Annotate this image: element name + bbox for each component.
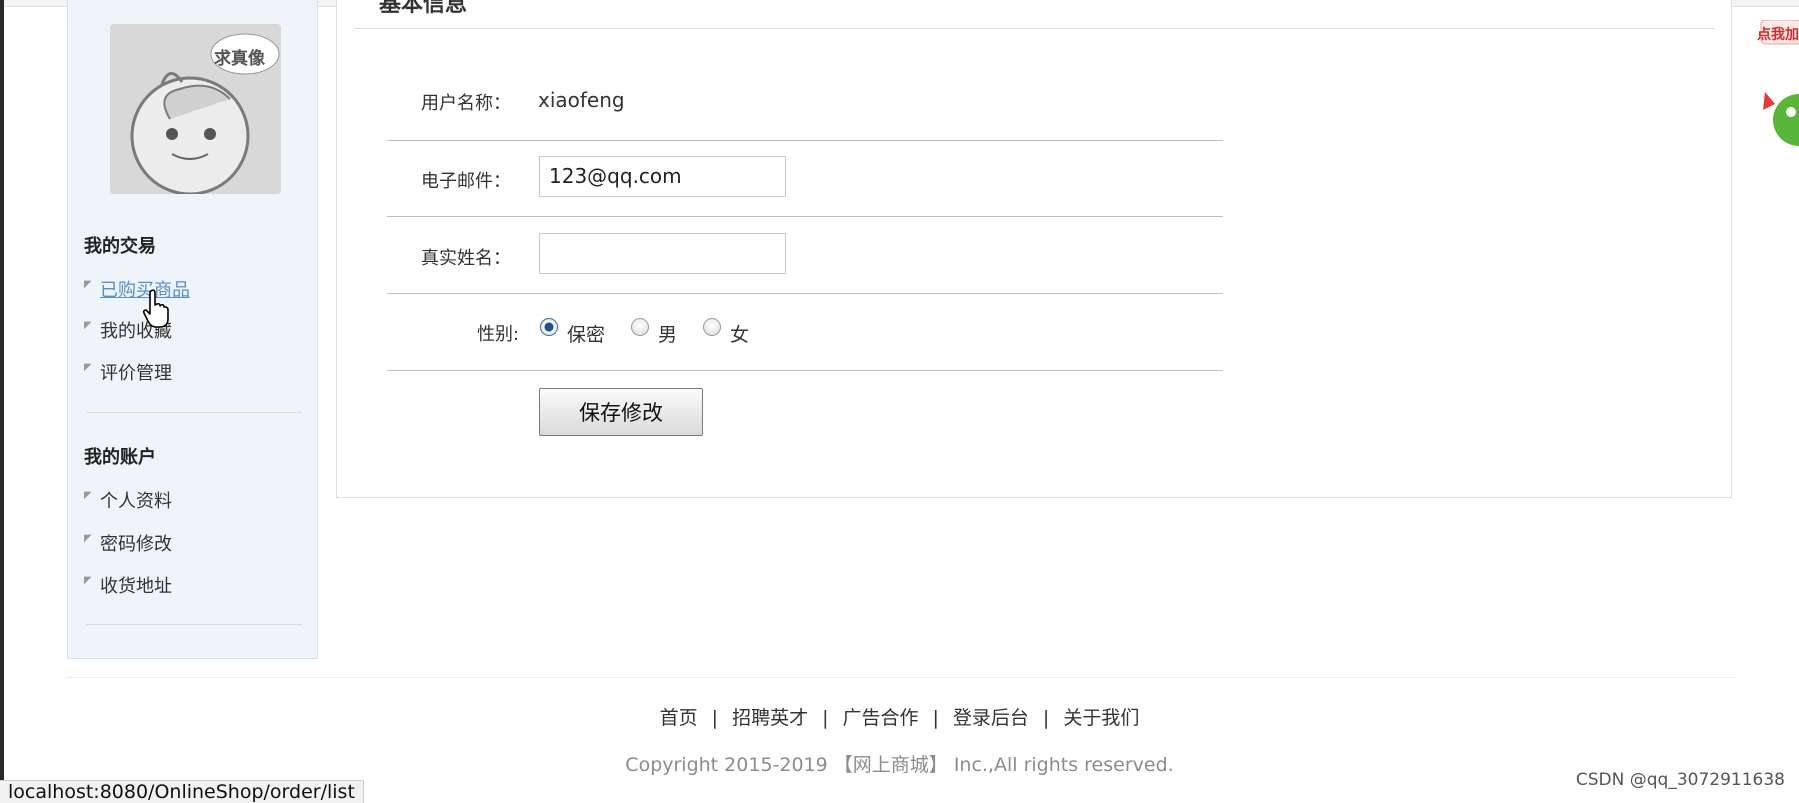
footer-separator: | <box>822 707 829 729</box>
section-title-account: 我的账户 <box>84 447 156 468</box>
gender-radio-female[interactable] <box>703 318 721 336</box>
hand-cursor-icon <box>142 289 169 328</box>
row-divider <box>387 216 1223 217</box>
gender-option-label[interactable]: 女 <box>730 320 749 347</box>
username-value: xiaofeng <box>538 88 625 112</box>
section-title-trades: 我的交易 <box>84 236 156 257</box>
bullet-icon: ◤ <box>84 575 92 586</box>
username-label: 用户名称： <box>421 93 511 114</box>
sidebar-divider <box>86 412 302 413</box>
sidebar: 求真像 我的交易 ◤ 已购买商品 ◤ 我的收藏 ◤ 评价管理 我的账户 ◤ 个人… <box>67 0 318 659</box>
sidebar-item-profile[interactable]: ◤ 个人资料 <box>84 487 172 513</box>
gender-radio-secret[interactable] <box>540 318 558 336</box>
footer-separator: | <box>932 707 939 729</box>
sidebar-item-label: 评价管理 <box>100 363 172 384</box>
footer-separator: | <box>711 707 719 729</box>
gender-option-label[interactable]: 保密 <box>567 320 605 347</box>
footer-link-ads[interactable]: 广告合作 <box>842 707 918 729</box>
bullet-icon: ◤ <box>84 490 92 501</box>
sidebar-item-label: 收货地址 <box>100 576 172 597</box>
sidebar-divider <box>86 624 302 625</box>
email-field[interactable]: 123@qq.com <box>539 156 786 197</box>
email-label: 电子邮件： <box>421 171 511 192</box>
row-divider <box>387 293 1223 294</box>
status-bar-url: localhost:8080/OnlineShop/order/list <box>0 780 364 803</box>
row-divider <box>387 140 1223 141</box>
profile-panel: 基本信息 用户名称： xiaofeng 电子邮件： 123@qq.com 真实姓… <box>336 0 1732 498</box>
sidebar-item-reviews[interactable]: ◤ 评价管理 <box>84 359 172 385</box>
gender-radio-male[interactable] <box>631 318 649 336</box>
footer-link-about[interactable]: 关于我们 <box>1063 707 1139 729</box>
panel-title-divider <box>355 28 1715 29</box>
footer-link-admin[interactable]: 登录后台 <box>953 707 1029 729</box>
gender-option-label[interactable]: 男 <box>658 320 677 347</box>
panel-title: 基本信息 <box>379 0 468 17</box>
footer-links: 首页 | 招聘英才 | 广告合作 | 登录后台 | 关于我们 <box>0 703 1799 730</box>
footer-divider <box>67 677 1737 678</box>
realname-field[interactable] <box>539 233 786 274</box>
sidebar-item-purchased[interactable]: ◤ 已购买商品 <box>84 276 190 302</box>
footer-separator: | <box>1042 707 1050 729</box>
sidebar-item-label: 密码修改 <box>100 534 172 555</box>
watermark-text: CSDN @qq_3072911638 <box>1575 770 1785 790</box>
footer-link-home[interactable]: 首页 <box>660 707 698 729</box>
gender-label: 性别: <box>477 324 520 345</box>
bullet-icon: ◤ <box>84 320 92 331</box>
copyright-text: Copyright 2015-2019 【网上商城】 Inc.,All righ… <box>625 754 1174 776</box>
row-divider <box>387 370 1223 371</box>
avatar-badge: 求真像 <box>214 49 265 69</box>
footer-link-careers[interactable]: 招聘英才 <box>732 707 808 729</box>
sidebar-item-password[interactable]: ◤ 密码修改 <box>84 530 172 556</box>
realname-label: 真实姓名： <box>421 248 511 269</box>
bullet-icon: ◤ <box>84 533 92 544</box>
bullet-icon: ◤ <box>84 362 92 373</box>
window-edge <box>0 0 4 803</box>
bullet-icon: ◤ <box>84 279 92 290</box>
save-button[interactable]: 保存修改 <box>539 388 703 436</box>
avatar[interactable]: 求真像 <box>110 24 281 194</box>
sidebar-item-address[interactable]: ◤ 收货地址 <box>84 572 172 598</box>
mascot-label[interactable]: 点我加 <box>1757 24 1799 44</box>
sidebar-item-label: 个人资料 <box>100 491 172 512</box>
